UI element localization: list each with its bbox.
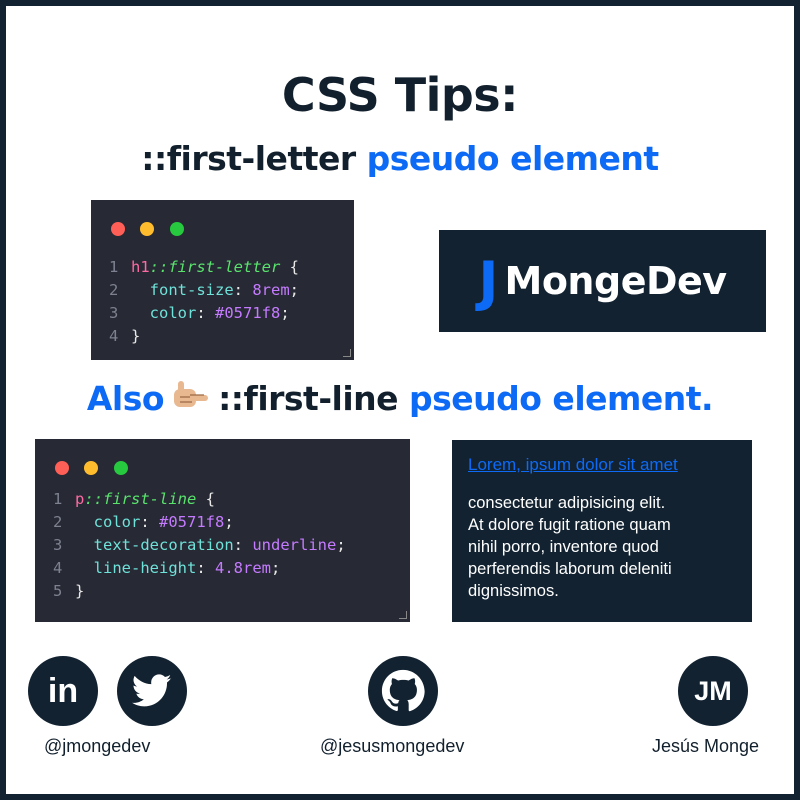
maximize-dot-icon: [113, 461, 128, 475]
twitter-icon[interactable]: [117, 656, 187, 726]
also-selector: ::first-line: [218, 379, 399, 418]
code-line: 3 text-decoration: underline;: [53, 536, 346, 554]
card-frame: CSS Tips: ::first-letter pseudo element …: [6, 6, 794, 794]
minimize-dot-icon: [84, 461, 99, 475]
code-line: 1 h1::first-letter {: [109, 258, 299, 276]
window-controls: [111, 222, 190, 240]
close-dot-icon: [111, 222, 125, 236]
page-subtitle: ::first-letter pseudo element: [6, 139, 794, 178]
demo-line: perferendis laborum deleniti: [468, 560, 672, 578]
linkedin-icon[interactable]: in: [28, 656, 98, 726]
code-line: 4 line-height: 4.8rem;: [53, 559, 281, 577]
first-line-demo: Lorem, ipsum dolor sit amet consectetur …: [452, 440, 752, 622]
also-word: Also: [86, 379, 165, 418]
page-title: CSS Tips:: [281, 68, 519, 122]
code-editor-first-letter: 1 h1::first-letter { 2 font-size: 8rem; 3…: [91, 200, 354, 360]
avatar-initials: JM: [694, 675, 732, 706]
demo-paragraph: consectetur adipisicing elit. At dolore …: [468, 492, 736, 602]
subtitle-accent: pseudo element: [366, 139, 660, 178]
demo-line: consectetur adipisicing elit.: [468, 494, 666, 512]
author-name: Jesús Monge: [652, 736, 760, 756]
github-icon[interactable]: [368, 656, 438, 726]
code-line: 3 color: #0571f8;: [109, 304, 290, 322]
window-controls: [55, 461, 134, 479]
also-heading: Also::first-line pseudo element.: [6, 378, 794, 423]
also-accent: pseudo element.: [409, 379, 714, 418]
code-line: 5}: [53, 582, 85, 600]
resize-handle-icon[interactable]: [343, 349, 351, 357]
avatar: JM: [678, 656, 748, 726]
linkedin-glyph: in: [47, 671, 79, 710]
code-line: 4}: [109, 327, 141, 345]
subtitle-selector: ::first-letter: [141, 139, 356, 178]
code-block: 1 h1::first-letter { 2 font-size: 8rem; 3…: [91, 256, 299, 348]
code-line: 1 p::first-line {: [53, 490, 215, 508]
close-dot-icon: [55, 461, 69, 475]
logo-name: MongeDev: [504, 259, 728, 303]
brand-logo: J MongeDev: [439, 230, 766, 332]
code-line: 2 color: #0571f8;: [53, 513, 234, 531]
maximize-dot-icon: [169, 222, 184, 236]
demo-line: dignissimos.: [468, 582, 559, 600]
resize-handle-icon[interactable]: [399, 611, 407, 619]
github-handle: @jesusmongedev: [320, 736, 465, 756]
demo-first-line: Lorem, ipsum dolor sit amet: [468, 455, 678, 474]
social-handle: @jmongedev: [44, 736, 151, 756]
code-line: 2 font-size: 8rem;: [109, 281, 300, 299]
code-editor-first-line: 1 p::first-line { 2 color: #0571f8; 3 tex…: [35, 439, 410, 622]
logo-initial: J: [478, 249, 499, 313]
code-block: 1 p::first-line { 2 color: #0571f8; 3 tex…: [35, 488, 346, 603]
pointing-hand-icon: [172, 378, 210, 417]
minimize-dot-icon: [140, 222, 155, 236]
demo-line: nihil porro, inventore quod: [468, 538, 659, 556]
demo-line: At dolore fugit ratione quam: [468, 516, 671, 534]
